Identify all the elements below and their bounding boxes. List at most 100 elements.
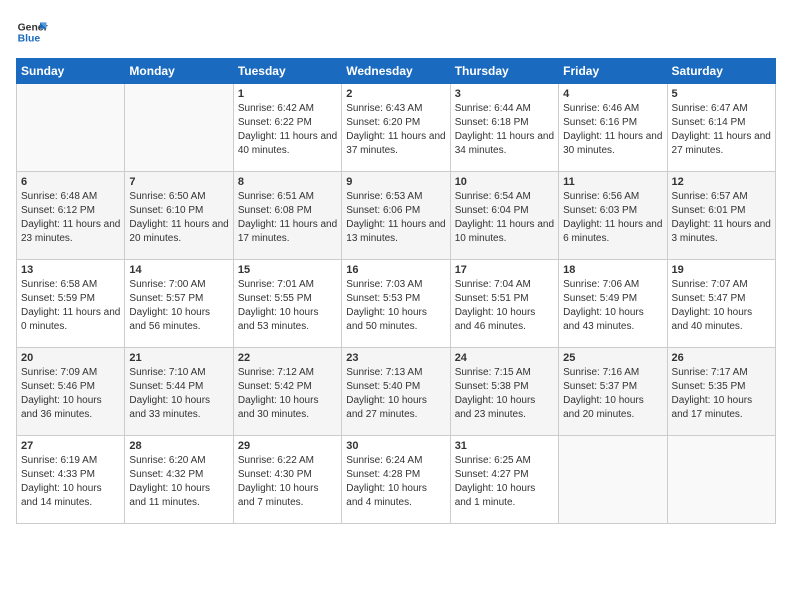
calendar-cell: 15 Sunrise: 7:01 AM Sunset: 5:55 PM Dayli… — [233, 260, 341, 348]
logo: General Blue — [16, 16, 48, 48]
calendar-cell: 8 Sunrise: 6:51 AM Sunset: 6:08 PM Daylig… — [233, 172, 341, 260]
cell-content: Sunrise: 6:48 AM Sunset: 6:12 PM Dayligh… — [21, 190, 120, 246]
calendar-cell: 22Sunrise: 7:12 AM Sunset: 5:42 PM Dayli… — [233, 348, 341, 436]
cell-content: Sunrise: 6:50 AM Sunset: 6:10 PM Dayligh… — [129, 190, 228, 246]
calendar-cell: 28 Sunrise: 6:20 AM Sunset: 4:32 PM Dayli… — [125, 436, 233, 524]
cell-content: Sunrise: 6:22 AM Sunset: 4:30 PM Dayligh… — [238, 454, 337, 510]
calendar-cell: 27 Sunrise: 6:19 AM Sunset: 4:33 PM Dayli… — [17, 436, 125, 524]
cell-content: Sunrise: 6:19 AM Sunset: 4:33 PM Dayligh… — [21, 454, 120, 510]
calendar-cell — [559, 436, 667, 524]
calendar-cell: 25 Sunrise: 7:16 AM Sunset: 5:37 PM Dayli… — [559, 348, 667, 436]
day-number: 13 — [21, 264, 120, 276]
calendar-cell: 19Sunrise: 7:07 AM Sunset: 5:47 PM Dayli… — [667, 260, 775, 348]
calendar-cell: 3 Sunrise: 6:44 AM Sunset: 6:18 PM Daylig… — [450, 84, 558, 172]
calendar-cell: 4 Sunrise: 6:46 AM Sunset: 6:16 PM Daylig… — [559, 84, 667, 172]
day-number: 27 — [21, 440, 120, 452]
cell-content: Sunrise: 6:46 AM Sunset: 6:16 PM Dayligh… — [563, 102, 662, 158]
day-number: 17 — [455, 264, 554, 276]
calendar-week-5: 27 Sunrise: 6:19 AM Sunset: 4:33 PM Dayli… — [17, 436, 776, 524]
cell-content: Sunrise: 7:06 AM Sunset: 5:49 PM Dayligh… — [563, 278, 662, 334]
day-number: 30 — [346, 440, 445, 452]
calendar-cell: 5 Sunrise: 6:47 AM Sunset: 6:14 PM Daylig… — [667, 84, 775, 172]
day-number: 6 — [21, 176, 120, 188]
cell-content: Sunrise: 6:42 AM Sunset: 6:22 PM Dayligh… — [238, 102, 337, 158]
cell-content: Sunrise: 6:47 AM Sunset: 6:14 PM Dayligh… — [672, 102, 771, 158]
day-header-monday: Monday — [125, 59, 233, 84]
day-number: 19 — [672, 264, 771, 276]
calendar-cell: 30 Sunrise: 6:24 AM Sunset: 4:28 PM Dayli… — [342, 436, 450, 524]
calendar-cell: 21 Sunrise: 7:10 AM Sunset: 5:44 PM Dayli… — [125, 348, 233, 436]
cell-content: Sunrise: 6:56 AM Sunset: 6:03 PM Dayligh… — [563, 190, 662, 246]
logo-icon: General Blue — [16, 16, 48, 48]
cell-content: Sunrise: 7:13 AM Sunset: 5:40 PM Dayligh… — [346, 366, 445, 422]
calendar-cell: 1 Sunrise: 6:42 AM Sunset: 6:22 PM Daylig… — [233, 84, 341, 172]
day-number: 1 — [238, 88, 337, 100]
cell-content: Sunrise: 6:58 AM Sunset: 5:59 PM Dayligh… — [21, 278, 120, 334]
cell-content: Sunrise: 7:01 AM Sunset: 5:55 PM Dayligh… — [238, 278, 337, 334]
day-number: 14 — [129, 264, 228, 276]
calendar-week-2: 6 Sunrise: 6:48 AM Sunset: 6:12 PM Daylig… — [17, 172, 776, 260]
day-number: 10 — [455, 176, 554, 188]
calendar-cell: 17 Sunrise: 7:04 AM Sunset: 5:51 PM Dayli… — [450, 260, 558, 348]
calendar-cell: 2Sunrise: 6:43 AM Sunset: 6:20 PM Daylig… — [342, 84, 450, 172]
calendar-week-1: 1 Sunrise: 6:42 AM Sunset: 6:22 PM Daylig… — [17, 84, 776, 172]
calendar-cell: 20 Sunrise: 7:09 AM Sunset: 5:46 PM Dayli… — [17, 348, 125, 436]
calendar-cell: 7 Sunrise: 6:50 AM Sunset: 6:10 PM Daylig… — [125, 172, 233, 260]
calendar-cell — [125, 84, 233, 172]
cell-content: Sunrise: 7:12 AM Sunset: 5:42 PM Dayligh… — [238, 366, 337, 422]
cell-content: Sunrise: 6:57 AM Sunset: 6:01 PM Dayligh… — [672, 190, 771, 246]
day-header-friday: Friday — [559, 59, 667, 84]
day-header-thursday: Thursday — [450, 59, 558, 84]
calendar-cell: 10 Sunrise: 6:54 AM Sunset: 6:04 PM Dayli… — [450, 172, 558, 260]
calendar-cell: 29 Sunrise: 6:22 AM Sunset: 4:30 PM Dayli… — [233, 436, 341, 524]
calendar-cell: 9 Sunrise: 6:53 AM Sunset: 6:06 PM Daylig… — [342, 172, 450, 260]
day-number: 29 — [238, 440, 337, 452]
calendar-header-row: SundayMondayTuesdayWednesdayThursdayFrid… — [17, 59, 776, 84]
day-number: 7 — [129, 176, 228, 188]
day-number: 3 — [455, 88, 554, 100]
day-number: 15 — [238, 264, 337, 276]
day-number: 25 — [563, 352, 662, 364]
calendar-cell: 13 Sunrise: 6:58 AM Sunset: 5:59 PM Dayli… — [17, 260, 125, 348]
day-number: 12 — [672, 176, 771, 188]
calendar-cell: 26Sunrise: 7:17 AM Sunset: 5:35 PM Dayli… — [667, 348, 775, 436]
cell-content: Sunrise: 6:44 AM Sunset: 6:18 PM Dayligh… — [455, 102, 554, 158]
calendar-cell: 14Sunrise: 7:00 AM Sunset: 5:57 PM Dayli… — [125, 260, 233, 348]
day-header-saturday: Saturday — [667, 59, 775, 84]
cell-content: Sunrise: 6:53 AM Sunset: 6:06 PM Dayligh… — [346, 190, 445, 246]
calendar-week-4: 20 Sunrise: 7:09 AM Sunset: 5:46 PM Dayli… — [17, 348, 776, 436]
calendar-cell: 23 Sunrise: 7:13 AM Sunset: 5:40 PM Dayli… — [342, 348, 450, 436]
cell-content: Sunrise: 6:54 AM Sunset: 6:04 PM Dayligh… — [455, 190, 554, 246]
day-number: 9 — [346, 176, 445, 188]
day-number: 5 — [672, 88, 771, 100]
calendar-cell — [17, 84, 125, 172]
cell-content: Sunrise: 7:04 AM Sunset: 5:51 PM Dayligh… — [455, 278, 554, 334]
day-number: 28 — [129, 440, 228, 452]
calendar-week-3: 13 Sunrise: 6:58 AM Sunset: 5:59 PM Dayli… — [17, 260, 776, 348]
calendar-cell: 24Sunrise: 7:15 AM Sunset: 5:38 PM Dayli… — [450, 348, 558, 436]
cell-content: Sunrise: 7:10 AM Sunset: 5:44 PM Dayligh… — [129, 366, 228, 422]
calendar-cell: 31Sunrise: 6:25 AM Sunset: 4:27 PM Dayli… — [450, 436, 558, 524]
day-number: 21 — [129, 352, 228, 364]
day-number: 4 — [563, 88, 662, 100]
calendar-cell: 16Sunrise: 7:03 AM Sunset: 5:53 PM Dayli… — [342, 260, 450, 348]
cell-content: Sunrise: 7:16 AM Sunset: 5:37 PM Dayligh… — [563, 366, 662, 422]
cell-content: Sunrise: 6:25 AM Sunset: 4:27 PM Dayligh… — [455, 454, 554, 510]
day-number: 23 — [346, 352, 445, 364]
cell-content: Sunrise: 6:51 AM Sunset: 6:08 PM Dayligh… — [238, 190, 337, 246]
cell-content: Sunrise: 7:09 AM Sunset: 5:46 PM Dayligh… — [21, 366, 120, 422]
calendar-cell: 18 Sunrise: 7:06 AM Sunset: 5:49 PM Dayli… — [559, 260, 667, 348]
day-number: 18 — [563, 264, 662, 276]
day-number: 8 — [238, 176, 337, 188]
calendar-cell: 6 Sunrise: 6:48 AM Sunset: 6:12 PM Daylig… — [17, 172, 125, 260]
cell-content: Sunrise: 6:20 AM Sunset: 4:32 PM Dayligh… — [129, 454, 228, 510]
cell-content: Sunrise: 6:24 AM Sunset: 4:28 PM Dayligh… — [346, 454, 445, 510]
day-number: 11 — [563, 176, 662, 188]
day-number: 20 — [21, 352, 120, 364]
cell-content: Sunrise: 7:03 AM Sunset: 5:53 PM Dayligh… — [346, 278, 445, 334]
calendar-cell: 11 Sunrise: 6:56 AM Sunset: 6:03 PM Dayli… — [559, 172, 667, 260]
calendar-table: SundayMondayTuesdayWednesdayThursdayFrid… — [16, 58, 776, 524]
day-header-sunday: Sunday — [17, 59, 125, 84]
cell-content: Sunrise: 7:17 AM Sunset: 5:35 PM Dayligh… — [672, 366, 771, 422]
day-header-tuesday: Tuesday — [233, 59, 341, 84]
